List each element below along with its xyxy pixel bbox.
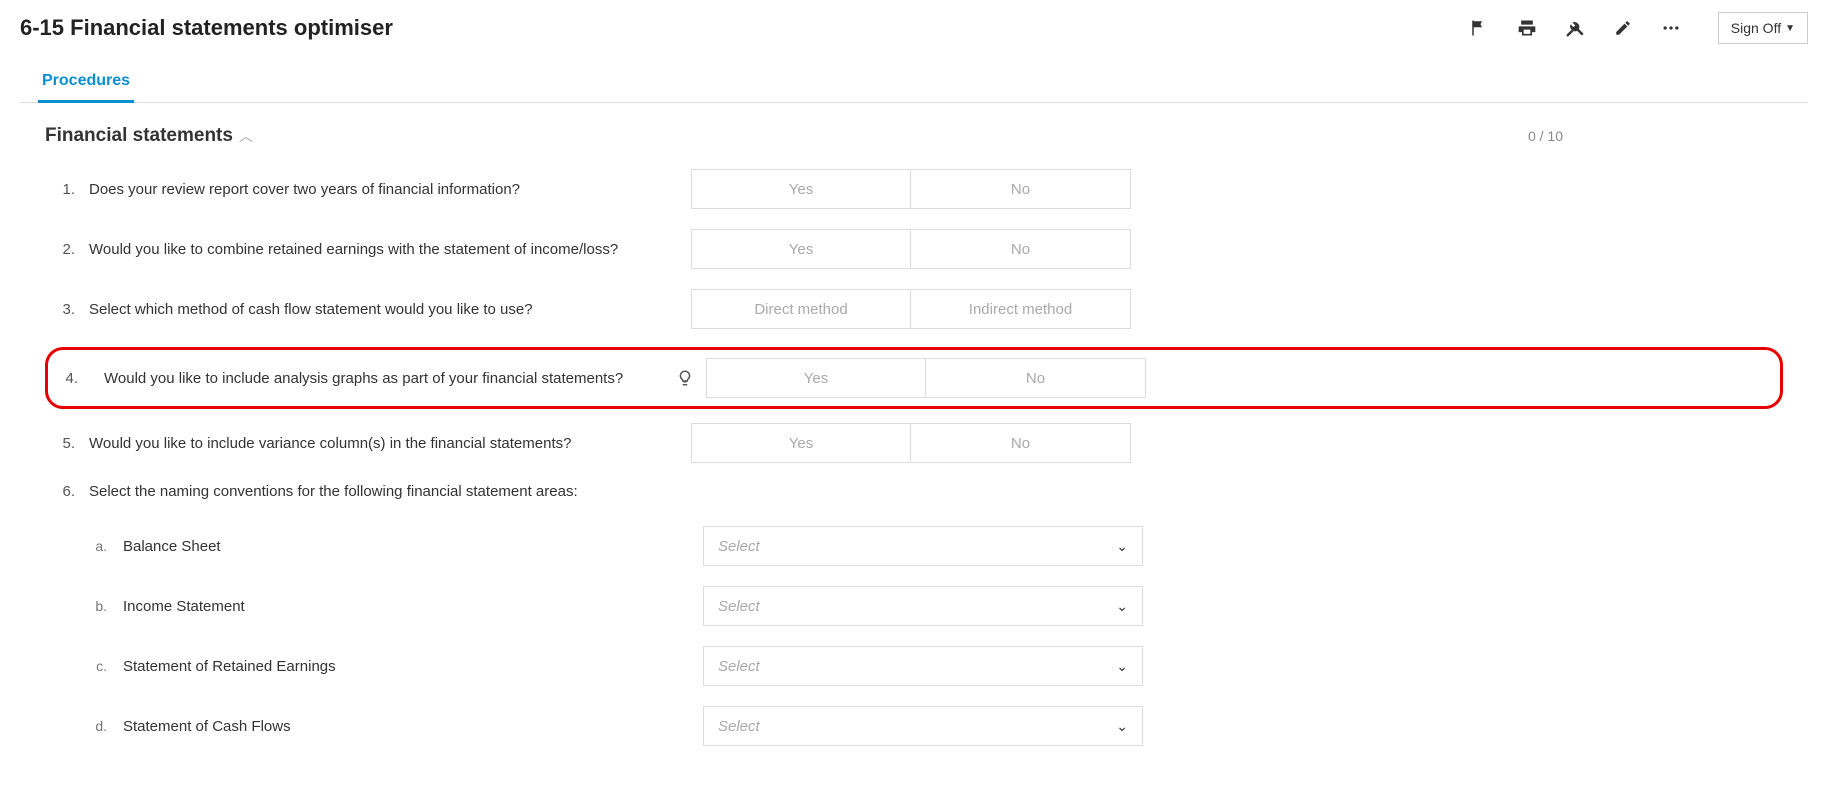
question-row: 6.Select the naming conventions for the … [45,475,1783,512]
answer-group: YesNo [691,423,1131,463]
sub-question-row: a.Balance Sheet Select ⌄ [45,516,1783,576]
sub-letter: a. [45,538,107,554]
answer-group: Direct methodIndirect method [691,289,1131,329]
question-text: Select which method of cash flow stateme… [75,301,655,318]
select-placeholder: Select [718,658,760,675]
sub-label: Statement of Retained Earnings [107,658,667,675]
flag-icon[interactable] [1468,17,1490,39]
page-title: 6-15 Financial statements optimiser [20,15,393,41]
question-number: 4. [48,370,78,387]
answer-group: YesNo [706,358,1146,398]
sub-letter: d. [45,718,107,734]
option-a-button[interactable]: Direct method [691,289,911,329]
no-button[interactable]: No [911,423,1131,463]
question-text: Does your review report cover two years … [75,181,655,198]
sub-label: Statement of Cash Flows [107,718,667,735]
question-text: Select the naming conventions for the fo… [75,483,655,500]
option-b-button[interactable]: Indirect method [911,289,1131,329]
question-number: 2. [45,241,75,258]
question-row: 5.Would you like to include variance col… [45,415,1783,475]
lightbulb-icon[interactable] [670,369,700,387]
sub-label: Income Statement [107,598,667,615]
caret-down-icon: ▼ [1785,23,1795,34]
select-dropdown[interactable]: Select ⌄ [703,646,1143,686]
yes-button[interactable]: Yes [706,358,926,398]
sub-letter: b. [45,598,107,614]
chevron-down-icon: ⌄ [1116,718,1128,735]
select-dropdown[interactable]: Select ⌄ [703,586,1143,626]
sign-off-button[interactable]: Sign Off ▼ [1718,12,1808,44]
sub-question-row: c.Statement of Retained Earnings Select ⌄ [45,636,1783,696]
select-placeholder: Select [718,718,760,735]
section-progress: 0 / 10 [1528,128,1563,144]
question-text: Would you like to include variance colum… [75,435,655,452]
sub-question-row: b.Income Statement Select ⌄ [45,576,1783,636]
print-icon[interactable] [1516,17,1538,39]
question-text: Would you like to include analysis graph… [90,370,670,387]
select-placeholder: Select [718,538,760,555]
question-text: Would you like to combine retained earni… [75,241,655,258]
sub-label: Balance Sheet [107,538,667,555]
chevron-down-icon: ⌄ [1116,658,1128,675]
chevron-up-icon[interactable]: ︿ [239,126,253,146]
question-number: 6. [45,483,75,500]
select-dropdown[interactable]: Select ⌄ [703,706,1143,746]
tab-procedures[interactable]: Procedures [38,64,134,103]
sign-off-label: Sign Off [1731,20,1781,36]
no-button[interactable]: No [911,229,1131,269]
yes-button[interactable]: Yes [691,229,911,269]
no-button[interactable]: No [926,358,1146,398]
question-row: 3.Select which method of cash flow state… [45,281,1783,341]
select-dropdown[interactable]: Select ⌄ [703,526,1143,566]
sub-letter: c. [45,658,107,674]
answer-group: YesNo [691,229,1131,269]
more-icon[interactable] [1660,17,1682,39]
question-row: 2.Would you like to combine retained ear… [45,221,1783,281]
sub-question-row: d.Statement of Cash Flows Select ⌄ [45,696,1783,756]
question-number: 1. [45,181,75,198]
yes-button[interactable]: Yes [691,423,911,463]
tools-icon[interactable] [1564,17,1586,39]
question-number: 3. [45,301,75,318]
chevron-down-icon: ⌄ [1116,538,1128,555]
question-row: 4. Would you like to include analysis gra… [45,347,1783,409]
question-row: 1.Does your review report cover two year… [45,161,1783,221]
select-placeholder: Select [718,598,760,615]
yes-button[interactable]: Yes [691,169,911,209]
question-number: 5. [45,435,75,452]
section-title: Financial statements [45,125,233,147]
answer-group: YesNo [691,169,1131,209]
no-button[interactable]: No [911,169,1131,209]
edit-icon[interactable] [1612,17,1634,39]
chevron-down-icon: ⌄ [1116,598,1128,615]
